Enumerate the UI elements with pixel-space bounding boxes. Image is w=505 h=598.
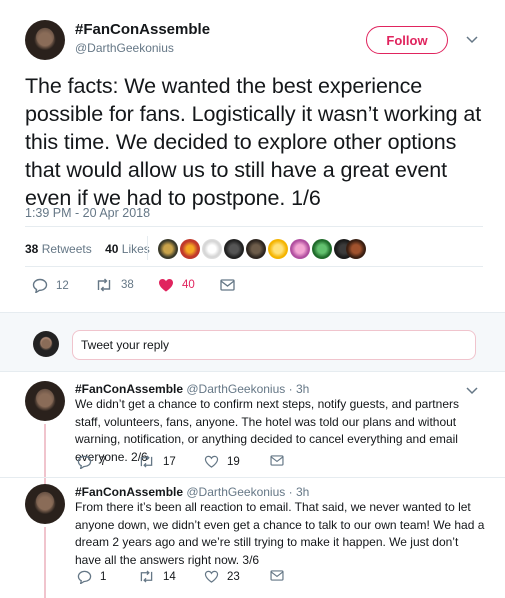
author-handle[interactable]: @DarthGeekonius <box>75 41 174 55</box>
reply-text: From there it’s been all reaction to ema… <box>75 500 485 567</box>
like-action[interactable]: 40 <box>158 278 195 292</box>
retweet-icon <box>97 278 111 292</box>
retweet-icon <box>140 455 153 468</box>
heart-icon <box>204 455 219 468</box>
tweet-text: The facts: We wanted the best experience… <box>25 74 482 210</box>
chevron-down-icon[interactable] <box>466 33 478 47</box>
reply-icon <box>77 455 92 469</box>
message-action[interactable] <box>270 570 292 581</box>
stats-separator <box>147 236 148 260</box>
author-display-name[interactable]: #FanConAssemble <box>75 21 210 38</box>
like-count: 40 <box>182 279 195 291</box>
reply-count: 7 <box>100 456 107 468</box>
reply-action[interactable]: 7 <box>77 455 106 469</box>
reply-header: #FanConAssemble @DarthGeekonius · 3h <box>75 485 309 499</box>
like-count: 19 <box>227 455 240 468</box>
reply-time[interactable]: · 3h <box>289 485 310 499</box>
retweet-count: 17 <box>163 455 176 468</box>
liker-avatar[interactable] <box>202 239 222 259</box>
like-count: 23 <box>227 570 240 583</box>
reply-icon <box>32 278 48 293</box>
liker-avatar[interactable] <box>180 239 200 259</box>
liker-avatar[interactable] <box>268 239 288 259</box>
liker-avatar[interactable] <box>312 239 332 259</box>
liker-avatar[interactable] <box>246 239 266 259</box>
author-avatar[interactable] <box>25 20 65 60</box>
retweet-action[interactable]: 14 <box>138 570 176 583</box>
liker-avatars <box>158 239 368 259</box>
reply-icon <box>77 570 92 584</box>
liker-avatar[interactable] <box>158 239 178 259</box>
reply-count: 12 <box>56 279 69 292</box>
reply-input[interactable]: Tweet your reply <box>72 330 476 360</box>
heart-icon <box>159 279 173 292</box>
likes-label: Likes <box>121 242 150 256</box>
retweet-action[interactable]: 17 <box>138 455 176 468</box>
like-action[interactable]: 19 <box>204 455 240 468</box>
retweet-count: 14 <box>163 570 176 583</box>
message-icon <box>220 279 235 291</box>
reply-count: 1 <box>100 571 107 583</box>
reply-handle[interactable]: @DarthGeekonius <box>186 382 285 396</box>
thread-line <box>44 527 46 598</box>
retweet-count: 38 <box>121 279 134 291</box>
retweets-count: 38 <box>25 242 39 256</box>
likes-stat[interactable]: 40 Likes <box>105 242 150 256</box>
liker-avatar[interactable] <box>224 239 244 259</box>
message-icon <box>270 570 284 581</box>
engagement-stats: 38 Retweets 40 Likes <box>25 242 150 256</box>
reply-time[interactable]: · 3h <box>289 382 310 396</box>
reply-action[interactable]: 12 <box>32 278 69 293</box>
message-icon <box>270 455 284 466</box>
reply-header: #FanConAssemble @DarthGeekonius · 3h <box>75 382 309 396</box>
liker-avatar[interactable] <box>346 239 366 259</box>
reply-avatar[interactable] <box>25 484 65 524</box>
tweet-timestamp[interactable]: 1:39 PM - 20 Apr 2018 <box>25 206 150 220</box>
reply-display-name[interactable]: #FanConAssemble <box>75 485 183 499</box>
message-action[interactable] <box>220 279 243 291</box>
liker-avatar[interactable] <box>290 239 310 259</box>
thread-line <box>44 424 46 480</box>
message-action[interactable] <box>270 455 292 466</box>
retweets-label: Retweets <box>41 242 92 256</box>
reply-handle[interactable]: @DarthGeekonius <box>186 485 285 499</box>
divider <box>0 371 505 372</box>
follow-button[interactable]: Follow <box>366 26 448 54</box>
reply-action[interactable]: 1 <box>77 570 106 584</box>
heart-icon <box>204 570 219 583</box>
current-user-avatar[interactable] <box>33 331 59 357</box>
like-action[interactable]: 23 <box>204 570 240 583</box>
reply-display-name[interactable]: #FanConAssemble <box>75 382 183 396</box>
retweet-action[interactable]: 38 <box>95 278 134 292</box>
divider <box>0 477 505 478</box>
reply-avatar[interactable] <box>25 381 65 421</box>
retweets-stat[interactable]: 38 Retweets <box>25 242 92 256</box>
retweet-icon <box>140 570 153 583</box>
divider <box>25 226 483 227</box>
divider <box>25 266 483 267</box>
likes-count: 40 <box>105 242 119 256</box>
